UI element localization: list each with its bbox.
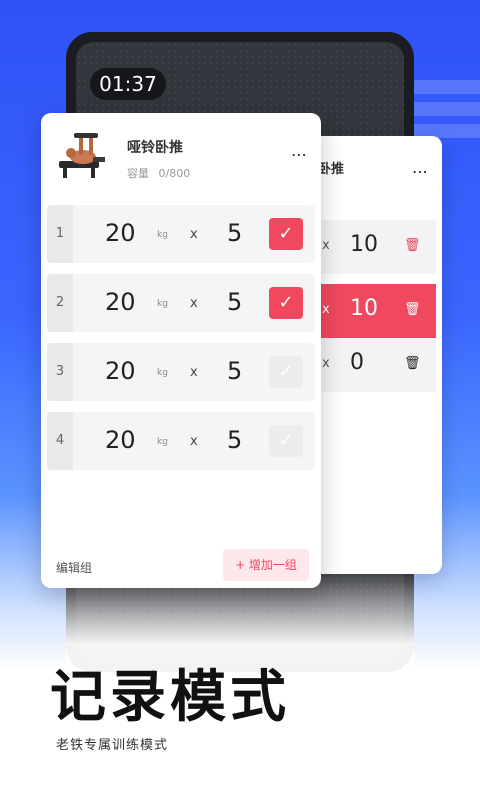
check-icon[interactable]: ✓ xyxy=(269,218,303,250)
set-row: 4 20 kg x 5 ✓ xyxy=(47,412,315,470)
rest-timer: 01:37 xyxy=(90,68,166,100)
trash-icon[interactable]: 🗑 xyxy=(404,302,421,317)
times-sign: x xyxy=(190,227,198,242)
capacity-label: 容量 xyxy=(127,167,149,180)
weight-value[interactable]: 20 xyxy=(105,219,136,247)
check-icon[interactable]: ✓ xyxy=(269,425,303,457)
trash-icon[interactable]: 🗑 xyxy=(404,356,421,371)
more-icon[interactable]: ⋯ xyxy=(291,145,308,164)
reps-value[interactable]: 5 xyxy=(227,426,242,454)
set-row: 3 20 kg x 5 ✓ xyxy=(47,343,315,401)
reps-value[interactable]: 5 xyxy=(227,357,242,385)
times-sign: x xyxy=(190,434,198,449)
reps-value[interactable]: 5 xyxy=(227,219,242,247)
set-index: 1 xyxy=(47,205,73,263)
weight-unit: kg xyxy=(157,437,168,447)
exercise-thumbnail-icon xyxy=(59,133,105,178)
reps-value[interactable]: 10 xyxy=(350,296,378,321)
weight-value[interactable]: 20 xyxy=(105,288,136,316)
times-sign: x xyxy=(190,365,198,380)
reps-value[interactable]: 0 xyxy=(350,350,364,375)
times-sign: x xyxy=(322,302,330,317)
edit-group-button[interactable]: 编辑组 xyxy=(56,559,92,576)
reps-value[interactable]: 10 xyxy=(350,232,378,257)
set-index: 2 xyxy=(47,274,73,332)
times-sign: x xyxy=(322,356,330,371)
front-exercise-card: 哑铃卧推 容量 0/800 ⋯ 1 20 kg x 5 ✓ 2 20 kg x … xyxy=(41,113,321,588)
times-sign: x xyxy=(190,296,198,311)
add-group-button[interactable]: + 增加一组 xyxy=(223,549,309,581)
weight-value[interactable]: 20 xyxy=(105,357,136,385)
capacity-value: 0/800 xyxy=(158,167,191,180)
back-exercise-card: 卧推 ⋯ x 10 🗑 x 10 🗑 x 0 🗑 xyxy=(300,136,442,574)
exercise-name: 哑铃卧推 xyxy=(127,140,183,156)
subline: 老铁专属训练模式 xyxy=(56,738,169,753)
weight-unit: kg xyxy=(157,299,168,309)
back-exercise-title: 卧推 xyxy=(318,162,345,177)
check-icon[interactable]: ✓ xyxy=(269,356,303,388)
weight-value[interactable]: 20 xyxy=(105,426,136,454)
capacity-info: 容量 0/800 xyxy=(127,165,196,181)
more-icon[interactable]: ⋯ xyxy=(412,162,429,181)
weight-unit: kg xyxy=(157,368,168,378)
weight-unit: kg xyxy=(157,230,168,240)
trash-icon[interactable]: 🗑 xyxy=(404,238,421,253)
set-row: 2 20 kg x 5 ✓ xyxy=(47,274,315,332)
set-index: 3 xyxy=(47,343,73,401)
check-icon[interactable]: ✓ xyxy=(269,287,303,319)
set-row: 1 20 kg x 5 ✓ xyxy=(47,205,315,263)
reps-value[interactable]: 5 xyxy=(227,288,242,316)
times-sign: x xyxy=(322,238,330,253)
headline: 记录模式 xyxy=(50,664,290,730)
set-index: 4 xyxy=(47,412,73,470)
